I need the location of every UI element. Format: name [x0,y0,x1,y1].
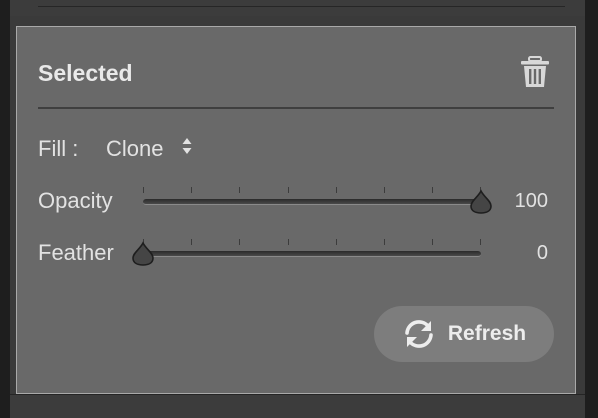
opacity-value[interactable]: 100 [515,190,548,213]
slider-tick [480,239,481,245]
slider-tick [336,239,337,245]
feather-slider-track[interactable] [143,251,481,257]
slider-tick [239,187,240,193]
left-frame [0,0,10,418]
slider-tick [288,239,289,245]
feather-slider[interactable] [132,237,481,267]
refresh-label: Refresh [447,322,527,345]
previous-panel [10,0,585,16]
fill-select[interactable]: Clone [106,136,163,162]
previous-panel-divider [38,6,565,7]
title-divider [38,107,554,109]
opacity-slider-track[interactable] [143,199,481,205]
opacity-label: Opacity [38,188,113,213]
trash-icon[interactable] [520,56,550,88]
feather-value[interactable]: 0 [537,242,548,265]
opacity-slider-thumb[interactable] [469,189,493,215]
opacity-slider[interactable] [143,185,492,215]
refresh-button[interactable]: Refresh [374,306,554,362]
up-down-arrows-icon[interactable] [181,135,193,157]
slider-tick [336,187,337,193]
slider-tick [191,187,192,193]
slider-tick [432,187,433,193]
panel-title: Selected [38,60,133,86]
selected-panel: Selected Fill : Clone Opacity 100 Feathe… [16,26,576,394]
slider-tick [384,239,385,245]
feather-label: Feather [38,240,114,265]
slider-tick [432,239,433,245]
slider-tick [143,187,144,193]
slider-tick [239,239,240,245]
slider-tick [288,187,289,193]
fill-label: Fill : [38,136,79,161]
refresh-icon [405,320,433,348]
next-panel [10,394,585,418]
right-frame [585,0,598,418]
feather-slider-thumb[interactable] [131,241,155,267]
slider-tick [191,239,192,245]
slider-tick [384,187,385,193]
